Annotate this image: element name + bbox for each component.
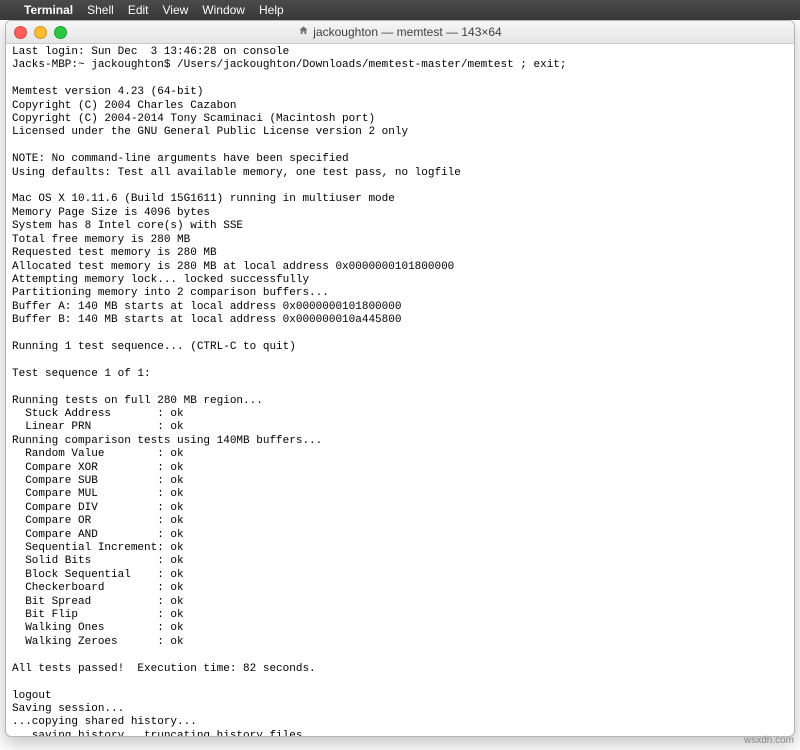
- line: Mac OS X 10.11.6 (Build 15G1611) running…: [12, 193, 395, 205]
- test-result: Walking Zeroes : ok: [12, 636, 184, 648]
- test-result: Checkerboard : ok: [12, 582, 184, 594]
- line: System has 8 Intel core(s) with SSE: [12, 220, 243, 232]
- line: Saving session...: [12, 703, 124, 715]
- menubar-item-view[interactable]: View: [163, 3, 189, 17]
- window-traffic-lights: [14, 26, 67, 39]
- line-passed: All tests passed! Execution time: 82 sec…: [12, 663, 316, 675]
- zoom-icon[interactable]: [54, 26, 67, 39]
- menubar-item-shell[interactable]: Shell: [87, 3, 114, 17]
- menubar-item-edit[interactable]: Edit: [128, 3, 149, 17]
- line: NOTE: No command-line arguments have bee…: [12, 153, 349, 165]
- line: ...saving history...truncating history f…: [12, 730, 322, 737]
- line-last-login: Last login: Sun Dec 3 13:46:28 on consol…: [12, 46, 289, 58]
- line: Copyright (C) 2004-2014 Tony Scaminaci (…: [12, 113, 375, 125]
- line: Total free memory is 280 MB: [12, 234, 190, 246]
- window-titlebar[interactable]: jackoughton — memtest — 143×64: [6, 21, 794, 44]
- test-result: Solid Bits : ok: [12, 555, 184, 567]
- test-result: Compare XOR : ok: [12, 462, 184, 474]
- test-result: Bit Spread : ok: [12, 596, 184, 608]
- line: Buffer A: 140 MB starts at local address…: [12, 301, 401, 313]
- window-title: jackoughton — memtest — 143×64: [6, 25, 794, 39]
- menubar-app-name[interactable]: Terminal: [24, 3, 73, 17]
- watermark: wsxdn.com: [744, 735, 794, 746]
- minimize-icon[interactable]: [34, 26, 47, 39]
- line: Memory Page Size is 4096 bytes: [12, 207, 210, 219]
- terminal-content[interactable]: Last login: Sun Dec 3 13:46:28 on consol…: [6, 44, 794, 737]
- test-result: Random Value : ok: [12, 448, 184, 460]
- line: Partitioning memory into 2 comparison bu…: [12, 287, 329, 299]
- line: Licensed under the GNU General Public Li…: [12, 126, 408, 138]
- test-result: Linear PRN : ok: [12, 421, 184, 433]
- line: Attempting memory lock... locked success…: [12, 274, 309, 286]
- line: Copyright (C) 2004 Charles Cazabon: [12, 100, 236, 112]
- line: Running 1 test sequence... (CTRL-C to qu…: [12, 341, 296, 353]
- test-result: Bit Flip : ok: [12, 609, 184, 621]
- test-result: Compare AND : ok: [12, 529, 184, 541]
- home-icon: [298, 25, 309, 39]
- test-result: Stuck Address : ok: [12, 408, 184, 420]
- test-result: Compare OR : ok: [12, 515, 184, 527]
- line: Memtest version 4.23 (64-bit): [12, 86, 203, 98]
- line: Requested test memory is 280 MB: [12, 247, 217, 259]
- line: Using defaults: Test all available memor…: [12, 167, 461, 179]
- menubar-item-help[interactable]: Help: [259, 3, 284, 17]
- test-result: Walking Ones : ok: [12, 622, 184, 634]
- terminal-window: jackoughton — memtest — 143×64 Last logi…: [5, 20, 795, 737]
- prompt-command: /Users/jackoughton/Downloads/memtest-mas…: [177, 59, 566, 71]
- menubar-item-window[interactable]: Window: [202, 3, 245, 17]
- line: Test sequence 1 of 1:: [12, 368, 151, 380]
- line: ...copying shared history...: [12, 716, 197, 728]
- line: logout: [12, 690, 52, 702]
- test-result: Compare SUB : ok: [12, 475, 184, 487]
- test-result: Compare DIV : ok: [12, 502, 184, 514]
- line: Running comparison tests using 140MB buf…: [12, 435, 322, 447]
- line: Buffer B: 140 MB starts at local address…: [12, 314, 401, 326]
- macos-menubar: Terminal Shell Edit View Window Help: [0, 0, 800, 20]
- test-result: Compare MUL : ok: [12, 488, 184, 500]
- window-title-text: jackoughton — memtest — 143×64: [313, 25, 501, 39]
- close-icon[interactable]: [14, 26, 27, 39]
- line: Running tests on full 280 MB region...: [12, 395, 263, 407]
- test-result: Sequential Increment: ok: [12, 542, 184, 554]
- prompt-host: Jacks-MBP:~ jackoughton$: [12, 59, 177, 71]
- line: Allocated test memory is 280 MB at local…: [12, 261, 454, 273]
- test-result: Block Sequential : ok: [12, 569, 184, 581]
